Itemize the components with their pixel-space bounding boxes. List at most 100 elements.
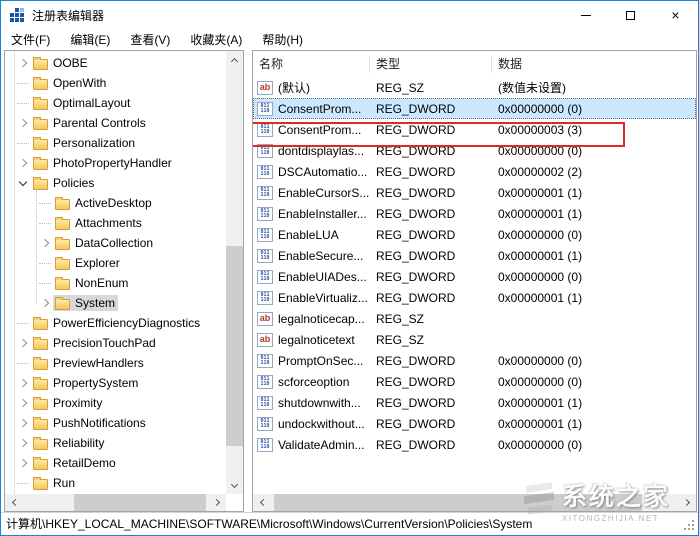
tree-hscroll-thumb[interactable] [74,494,206,511]
list-hscroll-track[interactable] [270,494,679,511]
minimize-button[interactable] [563,1,608,29]
registry-value-row[interactable]: 011110EnableVirtualiz...REG_DWORD0x00000… [253,287,696,308]
registry-value-row[interactable]: ablegalnoticetextREG_SZ [253,329,696,350]
tree-item-label: System [75,296,115,310]
chevron-right-icon[interactable] [19,159,27,167]
tree-item-attachments[interactable]: Attachments [5,213,226,233]
tree-item-explorer[interactable]: Explorer [5,253,226,273]
registry-value-row[interactable]: 011110EnableCursorS...REG_DWORD0x0000000… [253,182,696,203]
list-hscroll-thumb[interactable] [274,494,642,511]
tree-item-pushnotifications[interactable]: PushNotifications [5,413,226,433]
menu-item-file[interactable]: 文件(F) [1,28,60,51]
scroll-right-icon[interactable] [209,494,226,511]
folder-icon [33,99,48,110]
menu-item-help[interactable]: 帮助(H) [252,28,313,51]
folder-icon [33,339,48,350]
menu-item-favorites[interactable]: 收藏夹(A) [180,28,252,51]
tree-item-activedesktop[interactable]: ActiveDesktop [5,193,226,213]
tree-item-reliability[interactable]: Reliability [5,433,226,453]
chevron-right-icon[interactable] [19,399,27,407]
chevron-right-icon[interactable] [19,459,27,467]
menu-item-view[interactable]: 查看(V) [120,28,180,51]
tree-item-oobe[interactable]: OOBE [5,53,226,73]
registry-value-row[interactable]: 011110EnableLUAREG_DWORD0x00000000 (0) [253,224,696,245]
tree-item-openwith[interactable]: OpenWith [5,73,226,93]
registry-value-row[interactable]: ablegalnoticecap...REG_SZ [253,308,696,329]
tree-vertical-scrollbar[interactable] [226,51,243,494]
tree-item-powerefficiencydiagnostics[interactable]: PowerEfficiencyDiagnostics [5,313,226,333]
registry-value-row[interactable]: 011110EnableUIADes...REG_DWORD0x00000000… [253,266,696,287]
tree-item-system[interactable]: System [5,293,226,313]
chevron-right-icon[interactable] [19,419,27,427]
value-type: REG_DWORD [370,354,492,368]
tree-hscroll-track[interactable] [22,494,209,511]
folder-icon [55,239,70,250]
chevron-down-icon[interactable] [19,177,27,185]
tree-item-policies[interactable]: Policies [5,173,226,193]
value-type: REG_SZ [370,81,492,95]
tree-item-label: PropertySystem [53,376,138,390]
chevron-right-icon[interactable] [19,379,27,387]
value-data: (数值未设置) [492,79,696,96]
chevron-right-icon[interactable] [41,299,49,307]
tree-item-label: OpenWith [53,76,106,90]
tree-horizontal-scrollbar[interactable] [5,494,226,511]
tree-item-nonenum[interactable]: NonEnum [5,273,226,293]
list-horizontal-scrollbar[interactable] [253,494,696,511]
tree-item-proximity[interactable]: Proximity [5,393,226,413]
registry-value-row[interactable]: 011110PromptOnSec...REG_DWORD0x00000000 … [253,350,696,371]
close-button[interactable]: × [653,1,698,29]
tree-item-optimallayout[interactable]: OptimalLayout [5,93,226,113]
resize-grip-icon[interactable] [692,528,694,530]
column-header-name[interactable]: 名称 [253,55,370,73]
chevron-right-icon[interactable] [19,119,27,127]
tree-item-label: RetailDemo [53,456,116,470]
tree-item-parental-controls[interactable]: Parental Controls [5,113,226,133]
scroll-right-icon[interactable] [679,494,696,511]
tree-item-retaildemo[interactable]: RetailDemo [5,453,226,473]
registry-value-row[interactable]: 011110shutdownwith...REG_DWORD0x00000001… [253,392,696,413]
column-header-data[interactable]: 数据 [492,55,696,73]
registry-value-row[interactable]: 011110ConsentProm...REG_DWORD0x00000003 … [253,119,696,140]
chevron-right-icon[interactable] [41,239,49,247]
scroll-down-icon[interactable] [226,477,243,494]
registry-value-row[interactable]: 011110dontdisplaylas...REG_DWORD0x000000… [253,140,696,161]
registry-value-row[interactable]: 011110scforceoptionREG_DWORD0x00000000 (… [253,371,696,392]
value-name: DSCAutomatio... [278,165,367,179]
registry-value-row[interactable]: 011110ValidateAdmin...REG_DWORD0x0000000… [253,434,696,455]
registry-value-row[interactable]: 011110DSCAutomatio...REG_DWORD0x00000002… [253,161,696,182]
tree-item-precisiontouchpad[interactable]: PrecisionTouchPad [5,333,226,353]
registry-value-row[interactable]: 011110EnableSecure...REG_DWORD0x00000001… [253,245,696,266]
tree-item-run[interactable]: Run [5,473,226,493]
registry-values-list: ab(默认)REG_SZ(数值未设置)011110ConsentProm...R… [253,77,696,494]
scroll-left-icon[interactable] [5,494,22,511]
scroll-up-icon[interactable] [226,51,243,68]
dword-value-icon: 011110 [257,144,273,158]
folder-icon [33,159,48,170]
value-name: EnableUIADes... [278,270,367,284]
value-name: EnableSecure... [278,249,363,263]
tree-vscroll-track[interactable] [226,68,243,477]
maximize-button[interactable] [608,1,653,29]
chevron-right-icon[interactable] [19,439,27,447]
registry-value-row[interactable]: 011110undockwithout...REG_DWORD0x0000000… [253,413,696,434]
menu-item-edit[interactable]: 编辑(E) [60,28,120,51]
registry-value-row[interactable]: 011110ConsentProm...REG_DWORD0x00000000 … [253,98,696,119]
column-header-type[interactable]: 类型 [370,55,492,73]
tree-item-datacollection[interactable]: DataCollection [5,233,226,253]
scroll-left-icon[interactable] [253,494,270,511]
title-bar[interactable]: 注册表编辑器 × [1,1,698,29]
tree-item-photopropertyhandler[interactable]: PhotoPropertyHandler [5,153,226,173]
tree-item-propertysystem[interactable]: PropertySystem [5,373,226,393]
chevron-right-icon[interactable] [19,339,27,347]
chevron-right-icon[interactable] [19,59,27,67]
tree-item-personalization[interactable]: Personalization [5,133,226,153]
value-type: REG_DWORD [370,249,492,263]
registry-value-row[interactable]: ab(默认)REG_SZ(数值未设置) [253,77,696,98]
pane-splitter[interactable] [244,50,252,512]
tree-item-previewhandlers[interactable]: PreviewHandlers [5,353,226,373]
tree-vscroll-thumb[interactable] [226,246,243,446]
tree-item-label: Personalization [53,136,135,150]
folder-icon [55,219,70,230]
registry-value-row[interactable]: 011110EnableInstaller...REG_DWORD0x00000… [253,203,696,224]
